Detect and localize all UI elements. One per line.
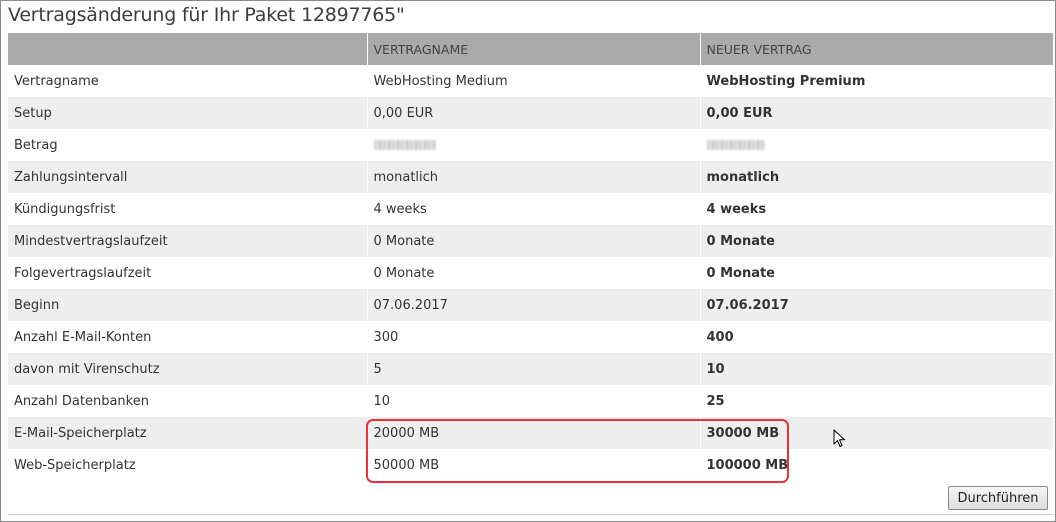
table-row: Zahlungsintervall monatlich monatlich [8, 161, 1053, 193]
row-label: Anzahl Datenbanken [8, 385, 367, 417]
redacted-amount [706, 140, 765, 150]
header-current-contract: VERTRAGNAME [366, 33, 700, 65]
new-value-redacted [699, 129, 1053, 161]
execute-button[interactable]: Durchführen [948, 486, 1048, 510]
table-row: Mindestvertragslaufzeit 0 Monate 0 Monat… [8, 225, 1053, 257]
current-value: WebHosting Medium [366, 65, 700, 97]
current-value: 0 Monate [366, 257, 700, 289]
current-value-redacted [366, 129, 700, 161]
new-value: 10 [699, 353, 1053, 385]
row-label: davon mit Virenschutz [8, 353, 367, 385]
current-value: 300 [366, 321, 700, 353]
contract-comparison-table: VERTRAGNAME NEUER VERTRAG Vertragname We… [8, 33, 1053, 481]
table-row: Anzahl Datenbanken 10 25 [8, 385, 1053, 417]
header-attribute [8, 33, 367, 65]
table-row: Betrag [8, 129, 1053, 161]
row-label: Anzahl E-Mail-Konten [8, 321, 367, 353]
new-value: monatlich [699, 161, 1053, 193]
current-value: 5 [366, 353, 700, 385]
current-value: 50000 MB [366, 449, 700, 481]
new-value: WebHosting Premium [699, 65, 1053, 97]
new-value: 0 Monate [699, 225, 1053, 257]
new-value: 0,00 EUR [699, 97, 1053, 129]
current-value: 20000 MB [366, 417, 700, 449]
row-label: Vertragname [8, 65, 367, 97]
row-label: E-Mail-Speicherplatz [8, 417, 367, 449]
redacted-amount [373, 140, 436, 150]
new-value: 4 weeks [699, 193, 1053, 225]
page-title: Vertragsänderung für Ihr Paket 12897765" [8, 4, 405, 26]
current-value: 0 Monate [366, 225, 700, 257]
row-label: Beginn [8, 289, 367, 321]
table-row: Setup 0,00 EUR 0,00 EUR [8, 97, 1053, 129]
current-value: monatlich [366, 161, 700, 193]
row-label: Folgevertragslaufzeit [8, 257, 367, 289]
table-row: Anzahl E-Mail-Konten 300 400 [8, 321, 1053, 353]
row-label: Web-Speicherplatz [8, 449, 367, 481]
new-value: 07.06.2017 [699, 289, 1053, 321]
new-value: 0 Monate [699, 257, 1053, 289]
row-label: Zahlungsintervall [8, 161, 367, 193]
row-label: Mindestvertragslaufzeit [8, 225, 367, 257]
table-row: Folgevertragslaufzeit 0 Monate 0 Monate [8, 257, 1053, 289]
mouse-pointer-icon [833, 429, 845, 447]
current-value: 07.06.2017 [366, 289, 700, 321]
table-row: Beginn 07.06.2017 07.06.2017 [8, 289, 1053, 321]
row-label: Betrag [8, 129, 367, 161]
table-row: davon mit Virenschutz 5 10 [8, 353, 1053, 385]
contract-change-panel: Vertragsänderung für Ihr Paket 12897765"… [0, 0, 1056, 522]
row-label: Setup [8, 97, 367, 129]
row-label: Kündigungsfrist [8, 193, 367, 225]
table-row: Web-Speicherplatz 50000 MB 100000 MB [8, 449, 1053, 481]
table-row: Kündigungsfrist 4 weeks 4 weeks [8, 193, 1053, 225]
current-value: 10 [366, 385, 700, 417]
new-value: 100000 MB [699, 449, 1053, 481]
current-value: 0,00 EUR [366, 97, 700, 129]
table-header-row: VERTRAGNAME NEUER VERTRAG [8, 33, 1053, 65]
new-value: 30000 MB [699, 417, 1053, 449]
current-value: 4 weeks [366, 193, 700, 225]
table-row: Vertragname WebHosting Medium WebHosting… [8, 65, 1053, 97]
new-value: 400 [699, 321, 1053, 353]
table-row: E-Mail-Speicherplatz 20000 MB 30000 MB [8, 417, 1053, 449]
bottom-divider [8, 514, 1053, 515]
new-value: 25 [699, 385, 1053, 417]
header-new-contract: NEUER VERTRAG [699, 33, 1053, 65]
